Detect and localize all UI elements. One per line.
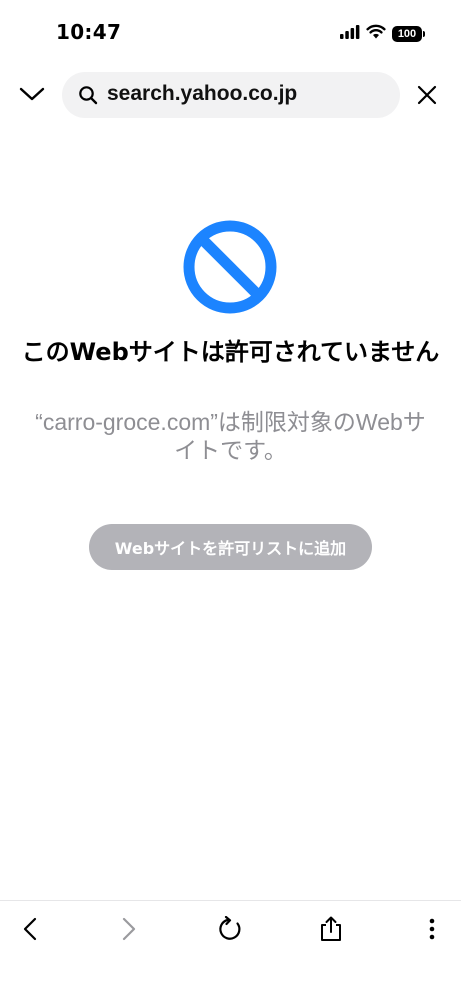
blocked-icon <box>182 219 278 315</box>
share-icon <box>319 916 343 946</box>
more-button[interactable] <box>414 913 450 949</box>
close-button[interactable] <box>412 82 442 112</box>
wifi-icon <box>366 24 386 43</box>
url-text: search.yahoo.co.jp <box>107 82 298 105</box>
forward-button[interactable] <box>111 913 147 949</box>
battery-level: 100 <box>392 25 422 42</box>
address-bar: search.yahoo.co.jp <box>0 72 461 120</box>
cellular-signal-icon <box>340 24 360 43</box>
bottom-toolbar <box>0 900 461 1000</box>
chevron-down-icon <box>19 86 45 106</box>
back-button[interactable] <box>12 913 48 949</box>
more-icon <box>429 918 435 944</box>
reload-button[interactable] <box>212 913 248 949</box>
blocked-description: “carro-groce.com”は制限対象のWebサイトです。 <box>35 409 426 463</box>
back-icon <box>23 917 37 945</box>
search-icon <box>78 85 98 105</box>
status-bar: 10:47 100 <box>0 0 461 64</box>
reload-icon <box>217 915 243 946</box>
blocked-title: このWebサイトは許可されていません <box>21 338 440 366</box>
close-icon <box>417 85 437 109</box>
status-icons: 100 <box>340 24 425 43</box>
battery-icon: 100 <box>392 25 425 42</box>
status-time: 10:47 <box>56 20 122 44</box>
url-field[interactable]: search.yahoo.co.jp <box>62 72 400 118</box>
collapse-button[interactable] <box>16 82 48 110</box>
add-to-allowlist-button[interactable]: Webサイトを許可リストに追加 <box>89 524 372 570</box>
share-button[interactable] <box>313 913 349 949</box>
forward-icon <box>122 917 136 945</box>
